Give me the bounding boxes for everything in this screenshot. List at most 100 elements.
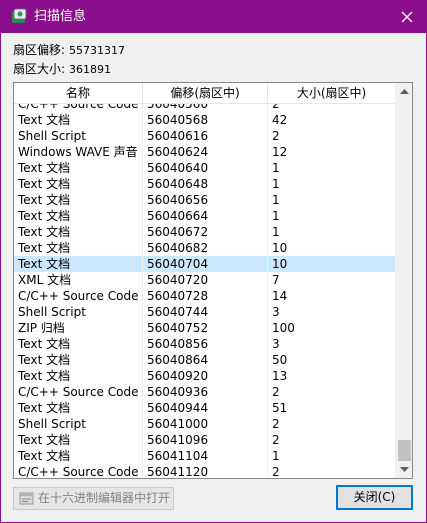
cell-offset: 56041096 (143, 432, 268, 448)
close-window-button[interactable] (387, 0, 427, 33)
cell-offset: 56040864 (143, 352, 268, 368)
cell-size: 3 (268, 304, 396, 320)
vertical-scrollbar[interactable] (395, 83, 412, 478)
scroll-thumb[interactable] (398, 440, 411, 461)
cell-name: Text 文档 (14, 448, 143, 464)
cell-name: Text 文档 (14, 192, 143, 208)
column-header-offset[interactable]: 偏移(扇区中) (143, 83, 268, 104)
table-row[interactable]: Windows WAVE 声音 56040624 12 (14, 144, 396, 160)
file-list[interactable]: 名称 偏移(扇区中) 大小(扇区中) C/C++ Source Code 560… (13, 82, 413, 479)
cell-size: 10 (268, 256, 396, 272)
cell-size: 13 (268, 368, 396, 384)
cell-size: 7 (268, 272, 396, 288)
table-row[interactable]: C/C++ Source Code 56040936 2 (14, 384, 396, 400)
cell-offset: 56040936 (143, 384, 268, 400)
table-row[interactable]: Text 文档 56040856 3 (14, 336, 396, 352)
cell-name: Text 文档 (14, 352, 143, 368)
cell-offset: 56040728 (143, 288, 268, 304)
cell-offset: 56041104 (143, 448, 268, 464)
cell-size: 1 (268, 208, 396, 224)
sector-offset-value: 55731317 (69, 44, 126, 57)
open-in-hex-editor-button[interactable]: 在十六进制编辑器中打开 (13, 487, 174, 510)
cell-size: 50 (268, 352, 396, 368)
cell-offset: 56040624 (143, 144, 268, 160)
cell-name: Text 文档 (14, 176, 143, 192)
cell-name: ZIP 归档 (14, 320, 143, 336)
close-icon (401, 11, 413, 22)
table-row[interactable]: Text 文档 56041096 2 (14, 432, 396, 448)
open-in-hex-editor-label: 在十六进制编辑器中打开 (38, 491, 171, 505)
cell-name: Text 文档 (14, 400, 143, 416)
table-row[interactable]: C/C++ Source Code 56040728 14 (14, 288, 396, 304)
cell-name: Shell Script (14, 128, 143, 144)
cell-name: Windows WAVE 声音 (14, 144, 143, 160)
table-row[interactable]: XML 文档 56040720 7 (14, 272, 396, 288)
cell-offset: 56040672 (143, 224, 268, 240)
column-header-size[interactable]: 大小(扇区中) (268, 83, 396, 104)
cell-offset: 56040656 (143, 192, 268, 208)
close-button[interactable]: 关闭(C) (336, 485, 413, 510)
cell-name: XML 文档 (14, 272, 143, 288)
cell-size: 1 (268, 176, 396, 192)
cell-name: Text 文档 (14, 432, 143, 448)
cell-offset: 56040664 (143, 208, 268, 224)
cell-offset: 56040720 (143, 272, 268, 288)
cell-offset: 56040856 (143, 336, 268, 352)
table-row[interactable]: Text 文档 56040648 1 (14, 176, 396, 192)
table-row[interactable]: Shell Script 56040744 3 (14, 304, 396, 320)
cell-offset: 56040648 (143, 176, 268, 192)
cell-size: 2 (268, 384, 396, 400)
cell-size: 2 (268, 432, 396, 448)
cell-name: C/C++ Source Code (14, 288, 143, 304)
cell-offset: 56040944 (143, 400, 268, 416)
column-header-name[interactable]: 名称 (14, 83, 143, 104)
cell-size: 1 (268, 224, 396, 240)
table-row[interactable]: Text 文档 56040640 1 (14, 160, 396, 176)
scroll-up-icon[interactable] (396, 83, 412, 100)
cell-size: 51 (268, 400, 396, 416)
cell-name: Shell Script (14, 304, 143, 320)
table-row[interactable]: ZIP 归档 56040752 100 (14, 320, 396, 336)
cell-size: 100 (268, 320, 396, 336)
table-row[interactable]: Text 文档 56041104 1 (14, 448, 396, 464)
cell-offset: 56040568 (143, 112, 268, 128)
list-rows: C/C++ Source Code 56040560 2 Text 文档 5604… (14, 104, 396, 478)
table-row-partial[interactable]: C/C++ Source Code 56040560 2 (14, 104, 396, 112)
cell-size: 1 (268, 448, 396, 464)
table-row[interactable]: Text 文档 56040672 1 (14, 224, 396, 240)
cell-size: 2 (268, 104, 396, 112)
scroll-down-icon[interactable] (396, 461, 412, 478)
table-row[interactable]: Shell Script 56041000 2 (14, 416, 396, 432)
cell-size: 14 (268, 288, 396, 304)
cell-offset: 56040752 (143, 320, 268, 336)
app-icon (11, 8, 28, 25)
sector-size-line: 扇区大小: 361891 (13, 61, 111, 78)
sector-offset-line: 扇区偏移: 55731317 (13, 42, 125, 59)
cell-name: Text 文档 (14, 240, 143, 256)
title-bar[interactable]: 扫描信息 (0, 0, 427, 33)
cell-name: Text 文档 (14, 256, 143, 272)
cell-size: 2 (268, 464, 396, 478)
hex-editor-icon (19, 491, 34, 506)
cell-name: C/C++ Source Code (14, 104, 143, 112)
table-row[interactable]: Text 文档 56040682 10 (14, 240, 396, 256)
cell-offset: 56040640 (143, 160, 268, 176)
cell-offset: 56040616 (143, 128, 268, 144)
sector-size-label: 扇区大小: (13, 62, 66, 76)
table-row[interactable]: Text 文档 56040704 10 (14, 256, 396, 272)
table-row[interactable]: Text 文档 56040944 51 (14, 400, 396, 416)
table-row[interactable]: Shell Script 56040616 2 (14, 128, 396, 144)
table-row[interactable]: Text 文档 56040656 1 (14, 192, 396, 208)
cell-offset: 56040920 (143, 368, 268, 384)
table-row[interactable]: Text 文档 56040664 1 (14, 208, 396, 224)
cell-size: 2 (268, 416, 396, 432)
cell-size: 12 (268, 144, 396, 160)
table-row[interactable]: C/C++ Source Code 56041120 2 (14, 464, 396, 478)
cell-name: Text 文档 (14, 336, 143, 352)
cell-offset: 56040682 (143, 240, 268, 256)
table-row[interactable]: Text 文档 56040568 42 (14, 112, 396, 128)
cell-offset: 56040560 (143, 104, 268, 112)
table-row[interactable]: Text 文档 56040864 50 (14, 352, 396, 368)
cell-name: Text 文档 (14, 160, 143, 176)
table-row[interactable]: Text 文档 56040920 13 (14, 368, 396, 384)
